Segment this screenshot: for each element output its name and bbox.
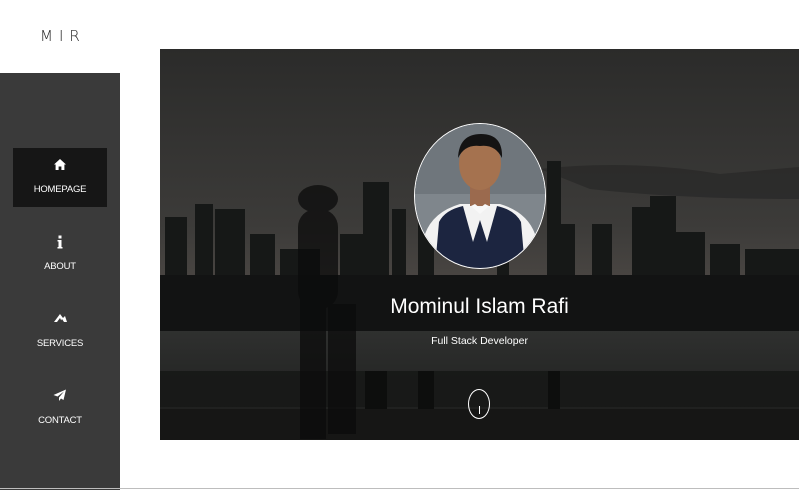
nav-item-services[interactable]: SERVICES [13,302,107,361]
home-icon [13,158,107,172]
hero-role: Full Stack Developer [431,335,528,347]
nav-item-homepage[interactable]: HOMEPAGE [13,148,107,207]
hero-section: Mominul Islam Rafi Full Stack Developer [160,49,799,440]
nav-item-about[interactable]: ABOUT [13,225,107,284]
nav-item-contact[interactable]: CONTACT [13,379,107,438]
nav-label-contact: CONTACT [38,415,82,426]
page-divider [0,488,799,489]
hero-name: Mominul Islam Rafi [390,295,569,318]
site-logo[interactable]: MIR [40,27,100,47]
services-icon [13,312,107,326]
nav-label-about: ABOUT [44,261,76,272]
paper-plane-icon [13,389,107,403]
profile-photo [414,123,546,269]
sidebar-nav: HOMEPAGE ABOUT SERVICES CONTACT [0,73,120,490]
scroll-wheel-indicator [478,406,480,414]
nav-label-homepage: HOMEPAGE [33,184,87,195]
mouse-scroll-icon[interactable] [468,389,490,419]
info-icon [13,235,107,249]
nav-label-services: SERVICES [36,338,84,349]
